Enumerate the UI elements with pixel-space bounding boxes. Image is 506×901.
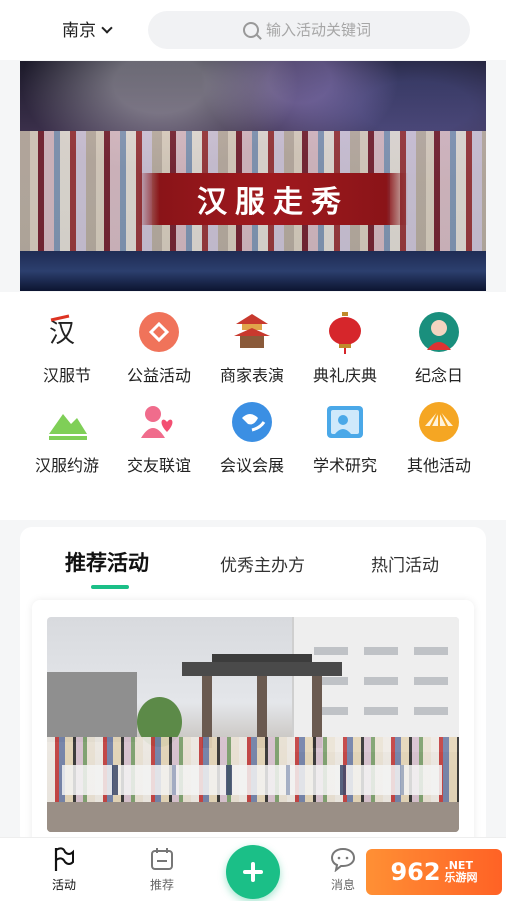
- photo-ground: [47, 802, 459, 832]
- category-memorial-day[interactable]: 纪念日: [394, 310, 484, 386]
- chat-bubble-icon: [330, 846, 356, 873]
- pavilion-icon: [230, 310, 274, 354]
- watermark-number: 962: [390, 858, 441, 886]
- category-other[interactable]: 其他活动: [394, 400, 484, 476]
- calendar-icon: [149, 846, 175, 872]
- category-label: 其他活动: [406, 456, 471, 475]
- category-label: 会议会展: [219, 456, 284, 475]
- category-hanfu-trip[interactable]: 汉服约游: [22, 400, 112, 476]
- banner-stage-water: [20, 251, 486, 291]
- portrait-icon: [417, 310, 461, 354]
- photo-banners: [62, 765, 442, 795]
- watermark-logo: 962 .NET 乐游网: [366, 849, 502, 895]
- category-ceremony[interactable]: 典礼庆典: [300, 310, 390, 386]
- svg-text:汉: 汉: [49, 319, 75, 349]
- flag-icon: [51, 846, 77, 872]
- category-label: 交友联谊: [126, 456, 191, 475]
- tab-top-organizers[interactable]: 优秀主办方: [220, 551, 305, 576]
- tabbar-label: 推荐: [149, 878, 174, 892]
- category-label: 纪念日: [414, 366, 463, 385]
- search-input[interactable]: [266, 11, 456, 49]
- tabbar-activity[interactable]: 活动: [34, 846, 94, 893]
- banner-title: 汉服走秀: [138, 173, 408, 225]
- category-label: 商家表演: [219, 366, 284, 385]
- category-label: 学术研究: [312, 456, 377, 475]
- photo-house: [47, 672, 137, 742]
- hanfu-calligraphy-icon: 汉: [45, 310, 89, 354]
- category-label: 典礼庆典: [312, 366, 377, 385]
- research-board-icon: [323, 400, 367, 444]
- category-label: 汉服节: [42, 366, 91, 385]
- tab-hot-events[interactable]: 热门活动: [371, 551, 439, 576]
- banner-carousel[interactable]: 汉服走秀: [20, 61, 486, 291]
- friends-heart-icon: [137, 400, 181, 444]
- city-name: 南京: [62, 21, 96, 41]
- globe-chat-icon: [230, 400, 274, 444]
- search-box[interactable]: [148, 11, 470, 49]
- tabbar-messages[interactable]: 消息: [313, 846, 373, 893]
- category-academic[interactable]: 学术研究: [300, 400, 390, 476]
- tabbar-recommend[interactable]: 推荐: [132, 846, 192, 893]
- tab-active-indicator: [91, 585, 129, 589]
- tabbar-label: 活动: [51, 878, 76, 892]
- watermark-sub: 乐游网: [444, 871, 478, 884]
- activity-card[interactable]: [32, 600, 474, 850]
- category-label: 汉服约游: [34, 456, 99, 475]
- create-activity-button[interactable]: [226, 845, 280, 899]
- activity-photo: [47, 617, 459, 832]
- city-selector[interactable]: 南京: [62, 16, 113, 41]
- chevron-down-icon: [101, 22, 113, 34]
- category-charity[interactable]: 公益活动: [114, 310, 204, 386]
- category-merchant-show[interactable]: 商家表演: [207, 310, 297, 386]
- category-label: 公益活动: [126, 366, 191, 385]
- category-conference[interactable]: 会议会展: [207, 400, 297, 476]
- search-icon: [243, 22, 259, 38]
- mountain-icon: [45, 400, 89, 444]
- fan-icon: [417, 400, 461, 444]
- category-hanfu-festival[interactable]: 汉 汉服节: [22, 310, 112, 386]
- lantern-icon: [323, 310, 367, 354]
- category-social[interactable]: 交友联谊: [114, 400, 204, 476]
- category-grid: 汉 汉服节 公益活动 商家表演 典礼庆典 纪念日 汉服约游 交友联谊 会议会展 …: [0, 292, 506, 520]
- activity-panel: 推荐活动 优秀主办方 热门活动: [20, 527, 486, 850]
- tab-recommended[interactable]: 推荐活动: [65, 547, 149, 577]
- charity-heart-icon: [137, 310, 181, 354]
- photo-gate: [182, 654, 342, 748]
- top-bar: 南京: [0, 0, 506, 60]
- tabbar-label: 消息: [330, 878, 355, 892]
